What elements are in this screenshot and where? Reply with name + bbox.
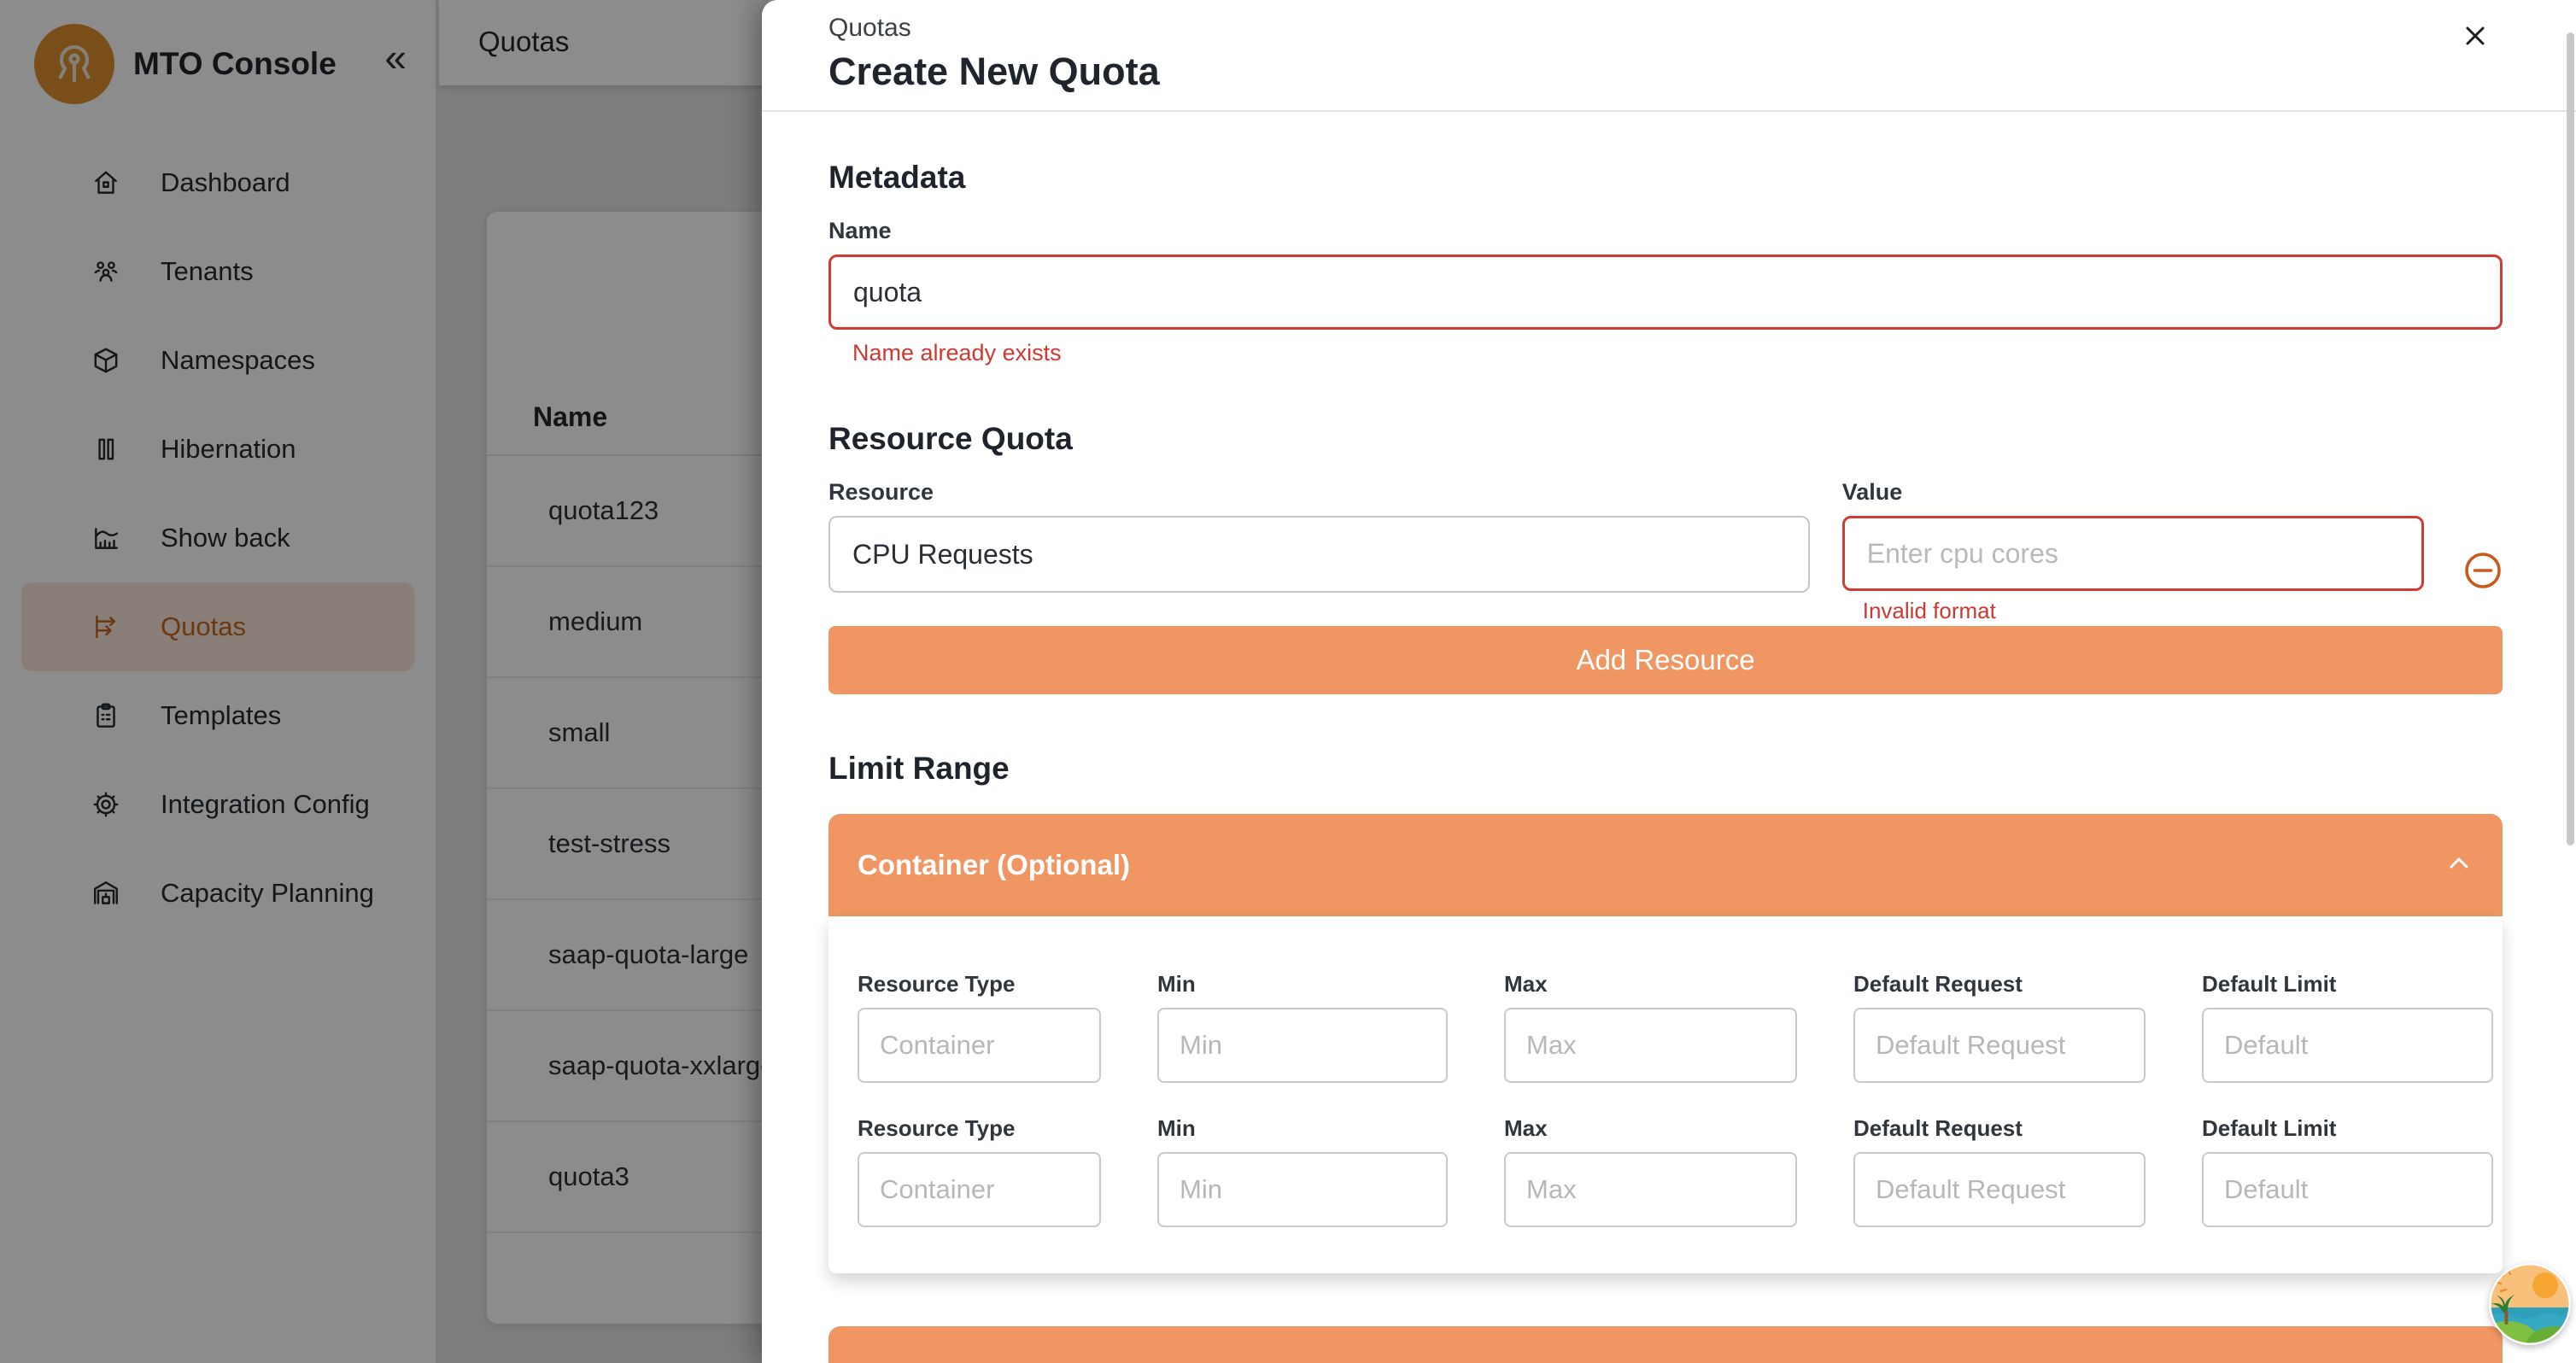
default-limit-input[interactable] [2202,1008,2493,1083]
resource-row: Resource CPU Requests Value Invalid form… [828,479,2503,624]
min-label: Min [1157,1115,1448,1142]
metadata-heading: Metadata [828,160,2503,196]
add-resource-button[interactable]: Add Resource [828,626,2503,694]
default-request-input[interactable] [1853,1152,2146,1227]
name-input[interactable] [828,254,2503,330]
container-section-body: Resource Type Min Max Default Request De… [828,916,2503,1273]
max-input[interactable] [1504,1152,1797,1227]
resource-select[interactable]: CPU Requests [828,516,1810,593]
max-label: Max [1504,971,1797,997]
modal-title: Create New Quota [828,50,2576,94]
create-quota-modal: Quotas Create New Quota Metadata Name Na… [762,0,2576,1363]
default-request-label: Default Request [1853,1115,2146,1142]
modal-scrollbar-thumb[interactable] [2567,32,2574,845]
limit-range-heading: Limit Range [828,751,2503,787]
remove-resource-button[interactable] [2463,551,2503,590]
min-input[interactable] [1157,1008,1448,1083]
chevron-up-icon [2446,854,2472,877]
resource-type-input[interactable] [858,1008,1101,1083]
container-section-header[interactable]: Container (Optional) [828,814,2503,916]
resource-quota-heading: Resource Quota [828,421,2503,457]
name-label: Name [828,218,2503,244]
default-limit-input[interactable] [2202,1152,2493,1227]
limit-range-row: Resource Type Min Max Default Request De… [858,971,2503,1083]
value-input[interactable] [1842,516,2424,591]
value-error: Invalid format [1863,598,2424,624]
modal-breadcrumb: Quotas [828,14,2576,43]
max-label: Max [1504,1115,1797,1142]
default-request-label: Default Request [1853,971,2146,997]
max-input[interactable] [1504,1008,1797,1083]
value-label: Value [1842,479,2424,506]
min-label: Min [1157,971,1448,997]
resource-type-label: Resource Type [858,1115,1101,1142]
limit-range-row: Resource Type Min Max Default Request De… [858,1115,2503,1227]
container-section-title: Container (Optional) [858,849,1130,881]
modal-content: Metadata Name Name already exists Resour… [762,114,2576,1363]
modal-header: Quotas Create New Quota [762,0,2576,112]
resource-type-label: Resource Type [858,971,1101,997]
default-limit-label: Default Limit [2202,971,2493,997]
close-icon[interactable] [2456,17,2494,55]
resource-type-input[interactable] [858,1152,1101,1227]
pod-section-header[interactable]: Pod (Optional) [828,1326,2503,1363]
default-limit-label: Default Limit [2202,1115,2493,1142]
beach-sticker-icon[interactable] [2489,1263,2571,1345]
default-request-input[interactable] [1853,1008,2146,1083]
min-input[interactable] [1157,1152,1448,1227]
name-error: Name already exists [852,340,2503,366]
resource-label: Resource [828,479,1810,506]
